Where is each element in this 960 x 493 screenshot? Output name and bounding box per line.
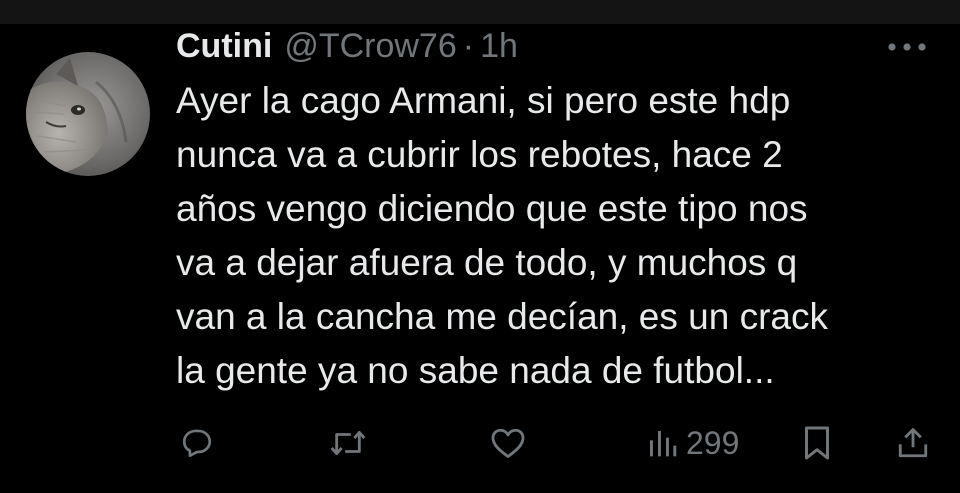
retweet-button[interactable] (328, 420, 368, 466)
reply-icon (182, 429, 212, 458)
more-options-button[interactable] (884, 32, 930, 62)
share-button[interactable] (896, 420, 930, 466)
separator-dot: · (462, 26, 475, 65)
bookmark-button[interactable] (802, 420, 832, 466)
retweet-icon (330, 430, 366, 456)
more-horizontal-icon (888, 43, 926, 51)
views-bar-chart-icon (650, 431, 677, 457)
like-heart-icon (491, 428, 525, 458)
cat-avatar-image (26, 52, 150, 176)
tweet[interactable]: Cutini @TCrow76 · 1h Ayer la cago Armani… (0, 24, 960, 493)
views-count: 299 (686, 424, 740, 461)
tweet-text: Ayer la cago Armani, si pero este hdp nu… (176, 80, 828, 391)
tweet-header: Cutini @TCrow76 · 1h (176, 24, 518, 68)
avatar[interactable] (26, 52, 150, 176)
display-name[interactable]: Cutini (176, 27, 272, 66)
user-handle[interactable]: @TCrow76 (284, 27, 456, 66)
action-bar: 299 (0, 420, 960, 466)
timestamp[interactable]: 1h (480, 27, 518, 66)
reply-button[interactable] (180, 420, 214, 466)
like-button[interactable] (490, 420, 526, 466)
top-status-strip (0, 0, 960, 24)
bookmark-icon (805, 426, 829, 460)
views-button[interactable]: 299 (646, 420, 739, 466)
share-icon (898, 428, 928, 458)
